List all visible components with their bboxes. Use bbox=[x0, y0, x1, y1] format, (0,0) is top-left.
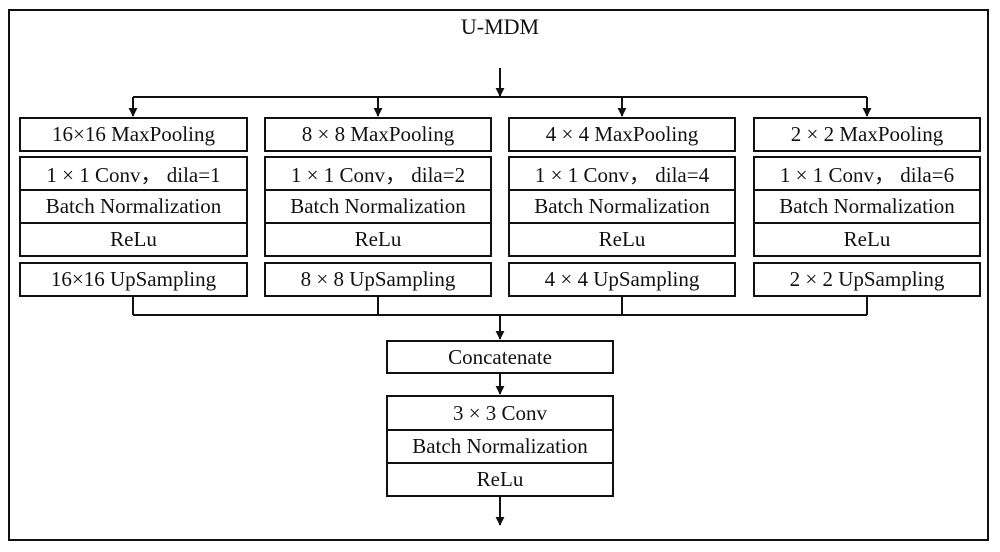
branch-4-relu: ReLu bbox=[843, 227, 891, 251]
branch-4-batchnorm: Batch Normalization bbox=[755, 191, 979, 224]
branch-2-conv: 1 × 1 Conv， dila=2 bbox=[266, 158, 490, 191]
branch-4-maxpooling: 2 × 2 MaxPooling bbox=[753, 117, 981, 152]
branch-3-relu: ReLu bbox=[598, 227, 646, 251]
branch-2-relu: ReLu bbox=[354, 227, 402, 251]
branch-4-conv: 1 × 1 Conv， dila=6 bbox=[755, 158, 979, 191]
branch-3-maxpooling: 4 × 4 MaxPooling bbox=[508, 117, 736, 152]
branch-2-upsampling: 8 × 8 UpSampling bbox=[264, 262, 492, 297]
branch-1-conv-block: 1 × 1 Conv， dila=1 Batch Normalization R… bbox=[19, 156, 248, 257]
output-conv: 3 × 3 Conv bbox=[388, 397, 612, 431]
branch-1-upsampling: 16×16 UpSampling bbox=[19, 262, 248, 297]
output-conv-block: 3 × 3 Conv Batch Normalization ReLu bbox=[386, 395, 614, 497]
branch-3-upsampling: 4 × 4 UpSampling bbox=[508, 262, 736, 297]
branch-1-batchnorm: Batch Normalization bbox=[21, 191, 246, 224]
branch-3-conv: 1 × 1 Conv， dila=4 bbox=[510, 158, 734, 191]
output-relu: ReLu bbox=[476, 467, 524, 491]
branch-1-maxpooling: 16×16 MaxPooling bbox=[19, 117, 248, 152]
branch-1-relu: ReLu bbox=[110, 227, 157, 251]
branch-3-batchnorm: Batch Normalization bbox=[510, 191, 734, 224]
branch-2-maxpooling: 8 × 8 MaxPooling bbox=[264, 117, 492, 152]
output-batchnorm: Batch Normalization bbox=[388, 431, 612, 464]
branch-1-conv: 1 × 1 Conv， dila=1 bbox=[21, 158, 246, 191]
branch-2-batchnorm: Batch Normalization bbox=[266, 191, 490, 224]
branch-4-conv-block: 1 × 1 Conv， dila=6 Batch Normalization R… bbox=[753, 156, 981, 257]
branch-2-conv-block: 1 × 1 Conv， dila=2 Batch Normalization R… bbox=[264, 156, 492, 257]
concatenate-block: Concatenate bbox=[386, 340, 614, 374]
branch-3-conv-block: 1 × 1 Conv， dila=4 Batch Normalization R… bbox=[508, 156, 736, 257]
branch-4-upsampling: 2 × 2 UpSampling bbox=[753, 262, 981, 297]
